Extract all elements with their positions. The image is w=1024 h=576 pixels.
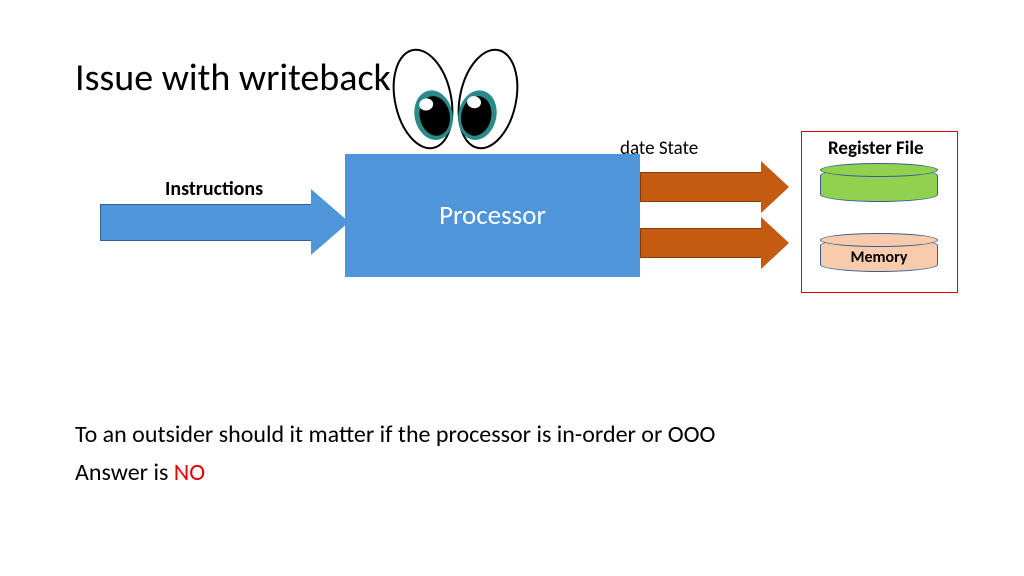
processor-box: Processor xyxy=(345,154,640,277)
answer-no: NO xyxy=(174,458,205,487)
body-line-1: To an outsider should it matter if the p… xyxy=(75,420,715,449)
instructions-label: Instructions xyxy=(165,177,263,201)
register-file-label: Register File xyxy=(828,137,924,160)
slide-title: Issue with writeback xyxy=(75,55,391,101)
eyes-icon xyxy=(388,44,538,164)
memory-label: Memory xyxy=(851,248,908,267)
processor-label: Processor xyxy=(439,199,546,232)
update-state-label: date State xyxy=(620,137,698,160)
register-file-cylinder xyxy=(820,168,938,202)
body-line-2: Answer is NO xyxy=(75,458,205,487)
answer-prefix: Answer is xyxy=(75,458,174,487)
memory-cylinder: Memory xyxy=(820,238,938,272)
